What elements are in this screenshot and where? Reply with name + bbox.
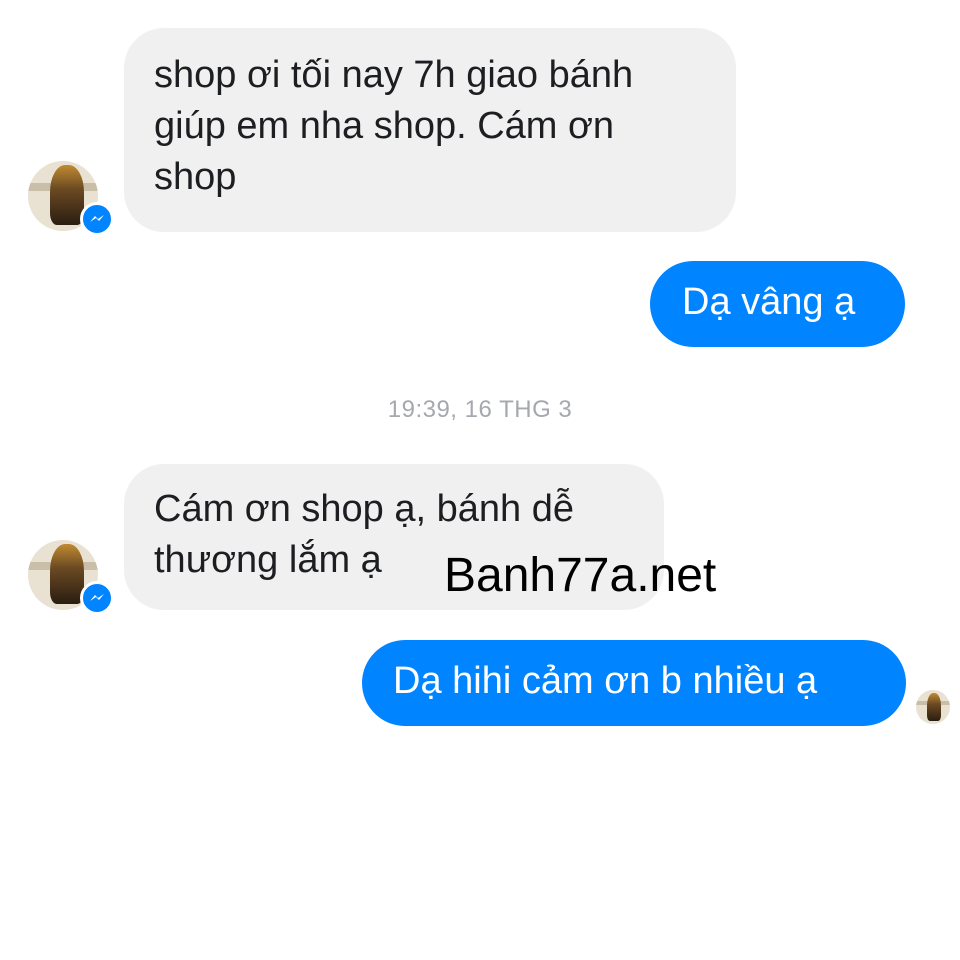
read-receipt-avatar	[916, 690, 950, 724]
messenger-icon	[80, 202, 114, 236]
outgoing-message-bubble[interactable]: Dạ hihi cảm ơn b nhiều ạ	[362, 640, 906, 726]
messenger-bolt-icon	[90, 215, 104, 222]
watermark-text: Banh77a.net	[444, 549, 717, 602]
message-timestamp: 19:39, 16 THG 3	[387, 396, 573, 423]
avatar-photo	[50, 544, 84, 604]
avatar-photo	[50, 165, 84, 225]
messenger-bolt-icon	[90, 594, 104, 601]
outgoing-message-bubble[interactable]: Dạ vâng ạ	[650, 261, 905, 347]
incoming-message-bubble[interactable]: shop ơi tối nay 7h giao bánh giúp em nha…	[124, 28, 736, 232]
avatar-photo	[927, 693, 941, 721]
messenger-icon	[80, 581, 114, 615]
